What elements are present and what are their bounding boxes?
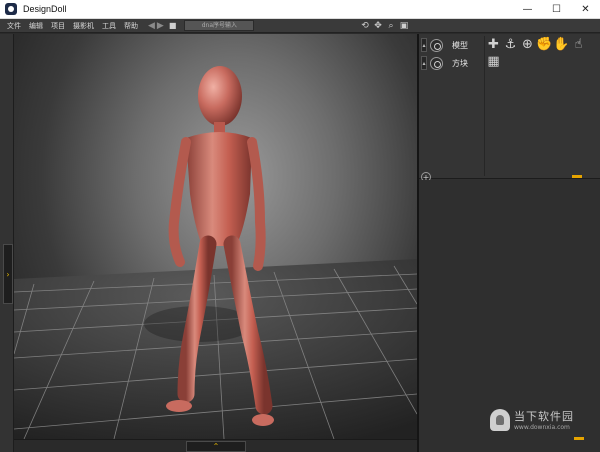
- menu-file[interactable]: 文件: [7, 21, 21, 31]
- panel-row-label: 模型: [452, 40, 468, 50]
- window-controls: — ☐ ✕: [513, 0, 600, 19]
- collapse-arrow-icon[interactable]: ▴: [421, 38, 427, 52]
- left-expand-tab[interactable]: ›: [3, 244, 13, 304]
- bottom-strip: ⌃: [14, 439, 417, 452]
- collapse-arrow-icon[interactable]: ▴: [421, 56, 427, 70]
- close-button[interactable]: ✕: [571, 0, 600, 19]
- menu-camera[interactable]: 摄影机: [73, 21, 94, 31]
- view-tools: ⟲ ✥ ⌕ ▣: [360, 19, 409, 33]
- hand-open-icon[interactable]: ✋: [553, 37, 569, 52]
- model-panel: ▴ 模型 ▴ 方块 ✚ ⚓ ⊕ ✊ ✋ ☝ ▦ +: [419, 34, 600, 182]
- panel-row-label: 方块: [452, 58, 468, 68]
- rotate-icon[interactable]: ⟲: [360, 21, 370, 31]
- floor: [14, 259, 417, 439]
- cube-icon[interactable]: ▦: [486, 54, 501, 69]
- viewport-scene: [14, 66, 417, 439]
- menu-bar: 文件 编辑 项目 摄影机 工具 帮助 ◀ ▶ ■ dna序号输入: [0, 19, 600, 33]
- panel-row-cube[interactable]: ▴ 方块: [421, 56, 468, 70]
- camera-icon[interactable]: ■: [169, 21, 177, 30]
- resize-handle[interactable]: [572, 175, 582, 178]
- menu-project[interactable]: 项目: [51, 21, 65, 31]
- watermark-url: www.downxia.com: [514, 424, 570, 431]
- maximize-button[interactable]: ☐: [542, 0, 571, 19]
- dna-input[interactable]: dna序号输入: [184, 20, 255, 31]
- hand-point-icon[interactable]: ☝: [571, 37, 586, 52]
- redo-arrow-icon[interactable]: ▶: [157, 21, 164, 31]
- panel-row-model[interactable]: ▴ 模型: [421, 38, 468, 52]
- camera-icon[interactable]: ▣: [399, 21, 409, 31]
- anchor-icon[interactable]: ⚓: [503, 37, 518, 52]
- left-strip: ›: [0, 34, 14, 452]
- designdoll-logo-icon: [5, 3, 17, 15]
- right-panel: ▴ 模型 ▴ 方块 ✚ ⚓ ⊕ ✊ ✋ ☝ ▦ +: [417, 34, 600, 452]
- title-bar: DesignDoll — ☐ ✕: [0, 0, 600, 19]
- window-title: DesignDoll: [23, 4, 67, 14]
- chevron-right-icon: ›: [6, 269, 10, 279]
- menu-help[interactable]: 帮助: [124, 21, 138, 31]
- watermark-text: 当下软件园 www.downxia.com: [514, 408, 574, 431]
- 3d-viewport[interactable]: [14, 34, 417, 439]
- watermark-logo-icon: [490, 408, 510, 431]
- panel-divider: [484, 36, 485, 176]
- resize-handle[interactable]: [574, 437, 584, 440]
- move-icon[interactable]: ✥: [373, 21, 383, 31]
- menu-tools[interactable]: 工具: [102, 21, 116, 31]
- menu-edit[interactable]: 编辑: [29, 21, 43, 31]
- history-nav: ◀ ▶ ■: [148, 21, 176, 31]
- minimize-button[interactable]: —: [513, 0, 542, 19]
- watermark: 当下软件园 www.downxia.com: [490, 408, 574, 431]
- model-tools: ✚ ⚓ ⊕ ✊ ✋ ☝: [486, 37, 586, 52]
- undo-arrow-icon[interactable]: ◀: [148, 21, 155, 31]
- bottom-expand-tab[interactable]: ⌃: [186, 441, 246, 452]
- watermark-name: 当下软件园: [514, 410, 574, 423]
- chevron-up-icon: ⌃: [212, 442, 220, 451]
- hand-icon[interactable]: ✊: [536, 37, 552, 52]
- visibility-toggle-icon[interactable]: [430, 56, 443, 70]
- sphere-icon[interactable]: ✚: [486, 37, 501, 52]
- zoom-icon[interactable]: ⌕: [386, 21, 396, 31]
- visibility-toggle-icon[interactable]: [430, 38, 443, 52]
- zoom-in-icon[interactable]: ⊕: [520, 37, 535, 52]
